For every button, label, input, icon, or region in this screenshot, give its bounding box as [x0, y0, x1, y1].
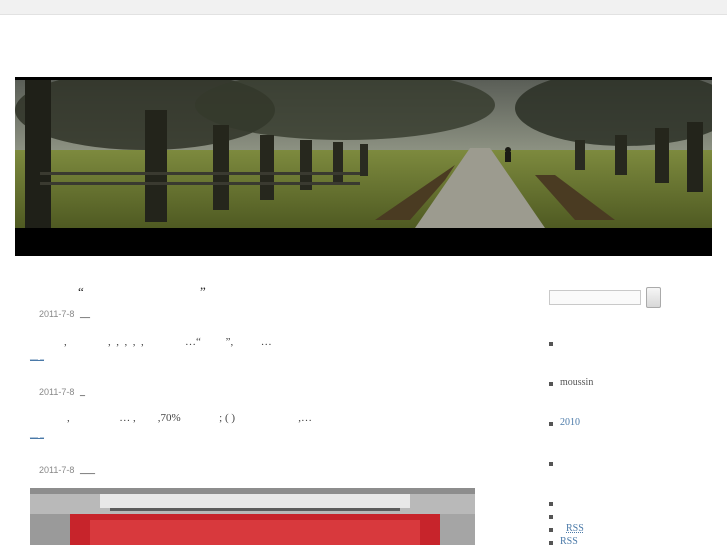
- site-header: [15, 77, 712, 256]
- post-2-author-link[interactable]: _: [80, 386, 85, 396]
- top-bar: [0, 0, 727, 15]
- sidebar-bullet-4: [549, 462, 553, 466]
- sidebar-rss-link-2[interactable]: RSS: [560, 536, 578, 547]
- sidebar-bullet-5: [549, 502, 553, 506]
- search-button[interactable]: [646, 287, 661, 308]
- post-1-read-more-link[interactable]: __ _: [30, 352, 44, 361]
- post-3-author-link[interactable]: ___: [80, 464, 95, 474]
- sidebar-bullet-1: [549, 342, 553, 346]
- sidebar-bullet-3: [549, 422, 553, 426]
- post-1-date: 2011-7-8: [39, 309, 75, 319]
- sidebar-bullet-2: [549, 382, 553, 386]
- sidebar-bullet-8: [549, 541, 553, 545]
- sidebar-bullet-7: [549, 528, 553, 532]
- header-banner-image: [15, 80, 712, 228]
- post-1-title-close-quote[interactable]: ”: [200, 284, 206, 300]
- post-2-read-more-link[interactable]: __ _: [30, 430, 44, 439]
- post-1-author-link[interactable]: __: [80, 308, 90, 318]
- post-2-date: 2011-7-8: [39, 387, 75, 397]
- sidebar-bullet-6: [549, 515, 553, 519]
- post-3-image[interactable]: [30, 488, 475, 545]
- post-1-excerpt: , , , , , , …“ ”, …: [64, 336, 272, 348]
- sidebar-archive-link-2010[interactable]: 2010: [560, 417, 580, 428]
- search-input[interactable]: [549, 290, 641, 305]
- post-3-date: 2011-7-8: [39, 465, 75, 475]
- post-1-title-open-quote[interactable]: “: [78, 284, 84, 300]
- sidebar-rss-link-1[interactable]: RSS: [566, 523, 584, 534]
- sidebar-item-2: moussin: [560, 377, 594, 388]
- post-2-excerpt: , … , ,70% ; ( ) ,…: [67, 412, 313, 424]
